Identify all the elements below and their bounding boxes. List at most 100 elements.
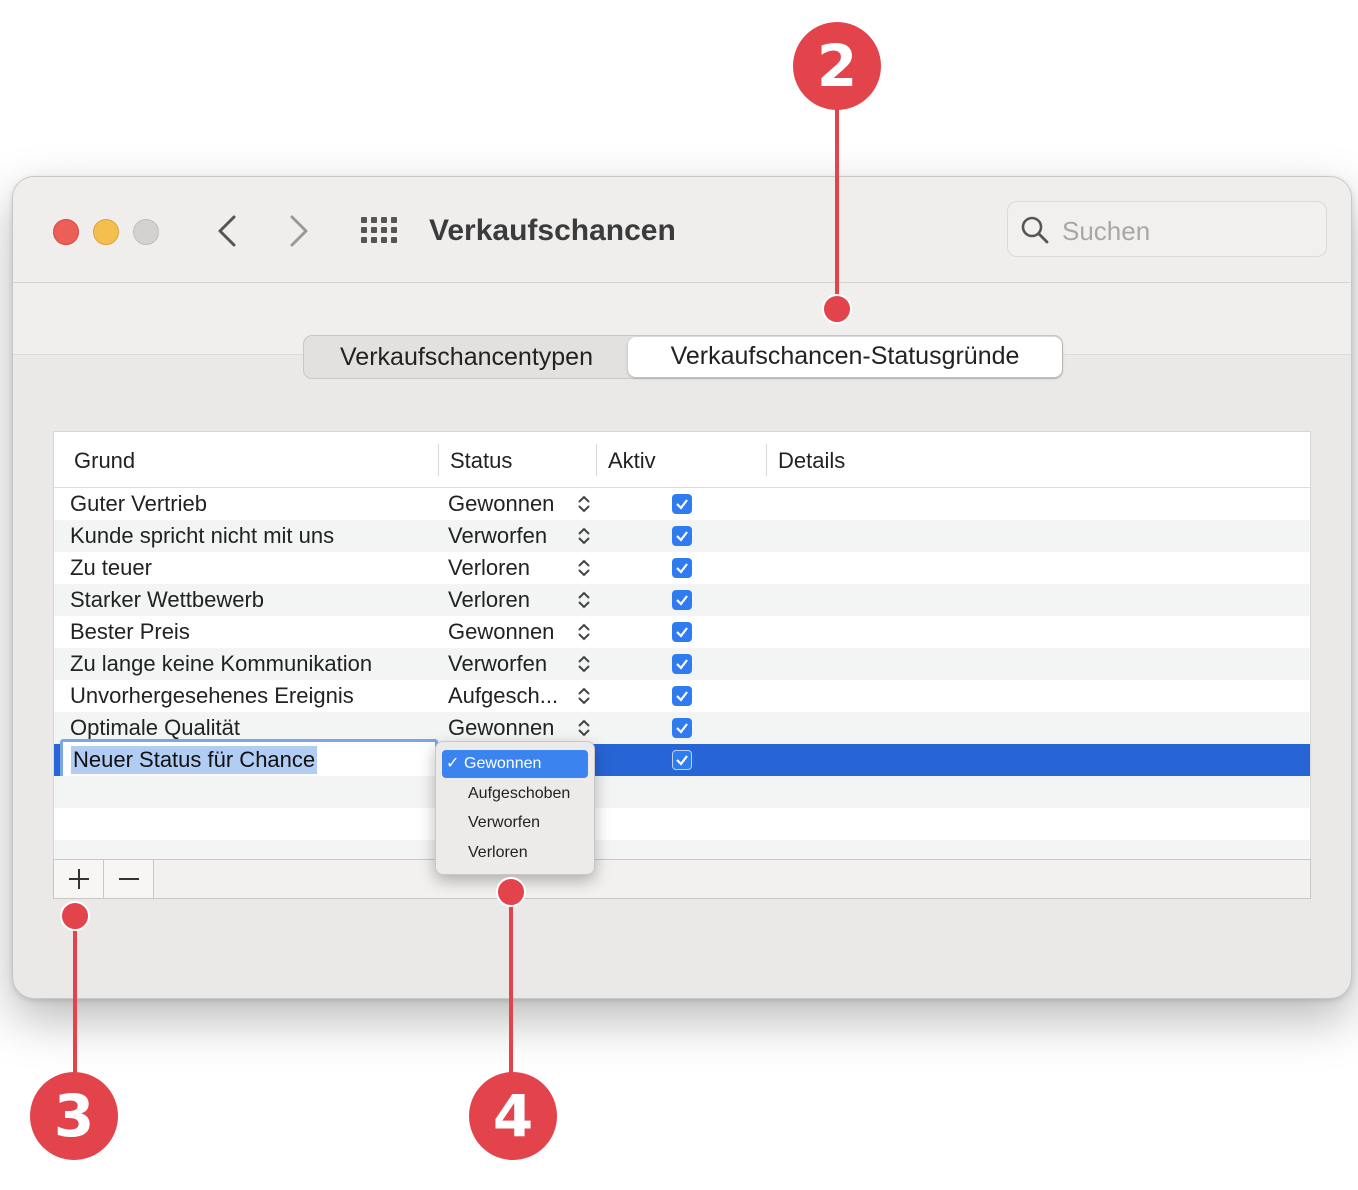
- popup-stepper-icon[interactable]: [576, 526, 592, 546]
- tab-statusgruende[interactable]: Verkaufschancen-Statusgründe: [628, 337, 1062, 377]
- cell-status[interactable]: Gewonnen: [448, 618, 554, 646]
- column-header-status[interactable]: Status: [450, 446, 512, 476]
- popup-stepper-icon[interactable]: [576, 590, 592, 610]
- minus-icon: [118, 878, 139, 880]
- menu-item-verworfen[interactable]: Verworfen: [442, 809, 588, 837]
- chevron-right-icon: [290, 215, 308, 247]
- aktiv-checkbox[interactable]: [672, 558, 692, 578]
- aktiv-checkbox[interactable]: [672, 494, 692, 514]
- empty-row: [54, 776, 1310, 808]
- popup-stepper-icon[interactable]: [576, 558, 592, 578]
- table-row[interactable]: Guter Vertrieb Gewonnen: [54, 488, 1310, 520]
- table-row[interactable]: Zu lange keine Kommunikation Verworfen: [54, 648, 1310, 680]
- zoom-window-button[interactable]: [133, 219, 159, 245]
- table-row[interactable]: Unvorhergesehenes Ereignis Aufgesch...: [54, 680, 1310, 712]
- cell-grund: Kunde spricht nicht mit uns: [70, 523, 335, 548]
- table-row[interactable]: Bester Preis Gewonnen: [54, 616, 1310, 648]
- checkmark-icon: [676, 595, 688, 606]
- table-header: Grund Status Aktiv Details: [54, 432, 1310, 488]
- cell-status[interactable]: Verworfen: [448, 522, 547, 550]
- checkmark-icon: [676, 659, 688, 670]
- empty-row: [54, 808, 1310, 840]
- column-header-aktiv[interactable]: Aktiv: [608, 446, 656, 476]
- aktiv-checkbox[interactable]: [672, 718, 692, 738]
- checkmark-icon: ✓: [446, 755, 460, 772]
- window-title: Verkaufschancen: [429, 214, 676, 247]
- preferences-window: Verkaufschancen Suchen Verkaufschancenty…: [12, 176, 1352, 999]
- callout-line: [509, 892, 513, 1082]
- popup-stepper-icon[interactable]: [576, 718, 592, 738]
- cell-grund: Optimale Qualität: [70, 715, 240, 740]
- grid-icon: [361, 217, 397, 243]
- aktiv-checkbox[interactable]: [672, 526, 692, 546]
- grund-edit-text[interactable]: Neuer Status für Chance: [71, 746, 318, 774]
- aktiv-checkbox[interactable]: [672, 622, 692, 642]
- column-header-details[interactable]: Details: [778, 446, 845, 476]
- cell-grund: Zu teuer: [70, 555, 152, 580]
- show-all-button[interactable]: [357, 213, 401, 253]
- add-remove-bar: [53, 859, 1311, 899]
- checkmark-icon: [676, 723, 688, 734]
- grund-edit-field[interactable]: Neuer Status für Chance: [60, 739, 438, 779]
- plus-icon: [68, 869, 89, 889]
- popup-stepper-icon[interactable]: [576, 654, 592, 674]
- popup-stepper-icon[interactable]: [576, 494, 592, 514]
- cell-status[interactable]: Gewonnen: [448, 714, 554, 742]
- column-divider[interactable]: [766, 444, 767, 476]
- checkmark-icon: [676, 563, 688, 574]
- aktiv-checkbox[interactable]: [672, 750, 692, 770]
- aktiv-checkbox[interactable]: [672, 654, 692, 674]
- checkmark-icon: [676, 531, 688, 542]
- forward-button[interactable]: [279, 211, 319, 251]
- checkmark-icon: [676, 755, 688, 766]
- menu-item-label: Gewonnen: [464, 755, 542, 772]
- callout-line: [73, 916, 77, 1086]
- callout-dot: [60, 901, 90, 931]
- cell-grund: Bester Preis: [70, 619, 190, 644]
- reasons-table: Grund Status Aktiv Details Guter Vertrie…: [53, 431, 1311, 899]
- column-header-grund[interactable]: Grund: [74, 446, 135, 476]
- status-popup-menu: ✓ Gewonnen Aufgeschoben Verworfen Verlore…: [435, 741, 595, 875]
- popup-stepper-icon[interactable]: [576, 622, 592, 642]
- checkmark-icon: [676, 691, 688, 702]
- column-divider[interactable]: [438, 444, 439, 476]
- close-window-button[interactable]: [53, 219, 79, 245]
- add-button[interactable]: [54, 860, 104, 898]
- search-placeholder: Suchen: [1062, 216, 1151, 246]
- cell-status[interactable]: Verloren: [448, 554, 530, 582]
- tab-segmented-control: Verkaufschancentypen Verkaufschancen-Sta…: [303, 335, 1063, 379]
- cell-grund: Starker Wettbewerb: [70, 587, 265, 612]
- callout-line: [835, 100, 839, 310]
- table-row[interactable]: Starker Wettbewerb Verloren: [54, 584, 1310, 616]
- checkmark-icon: [676, 499, 688, 510]
- cell-status[interactable]: Aufgesch...: [448, 682, 558, 710]
- minimize-window-button[interactable]: [93, 219, 119, 245]
- callout-badge-2: 2: [793, 22, 881, 110]
- cell-status[interactable]: Verworfen: [448, 650, 547, 678]
- search-icon: [1021, 216, 1049, 244]
- table-row[interactable]: Zu teuer Verloren: [54, 552, 1310, 584]
- popup-stepper-icon[interactable]: [576, 686, 592, 706]
- table-row[interactable]: Kunde spricht nicht mit uns Verworfen: [54, 520, 1310, 552]
- back-button[interactable]: [207, 211, 247, 251]
- aktiv-checkbox[interactable]: [672, 590, 692, 610]
- tab-verkaufschancentypen[interactable]: Verkaufschancentypen: [304, 336, 629, 378]
- cell-grund: Zu lange keine Kommunikation: [70, 651, 373, 676]
- menu-item-aufgeschoben[interactable]: Aufgeschoben: [442, 780, 588, 808]
- chevron-left-icon: [218, 215, 236, 247]
- remove-button[interactable]: [104, 860, 154, 898]
- cell-grund: Unvorhergesehenes Ereignis: [70, 683, 354, 708]
- callout-dot: [822, 294, 852, 324]
- title-bar: Verkaufschancen Suchen: [13, 177, 1351, 283]
- callout-badge-3: 3: [30, 1072, 118, 1160]
- table-row-selected[interactable]: Neuer Status für Chance: [54, 739, 1310, 779]
- aktiv-checkbox[interactable]: [672, 686, 692, 706]
- cell-status[interactable]: Gewonnen: [448, 490, 554, 518]
- checkmark-icon: [676, 627, 688, 638]
- cell-status[interactable]: Verloren: [448, 586, 530, 614]
- menu-item-gewonnen[interactable]: ✓ Gewonnen: [442, 750, 588, 778]
- search-field[interactable]: Suchen: [1007, 201, 1327, 257]
- callout-dot: [496, 877, 526, 907]
- menu-item-verloren[interactable]: Verloren: [442, 839, 588, 867]
- column-divider[interactable]: [596, 444, 597, 476]
